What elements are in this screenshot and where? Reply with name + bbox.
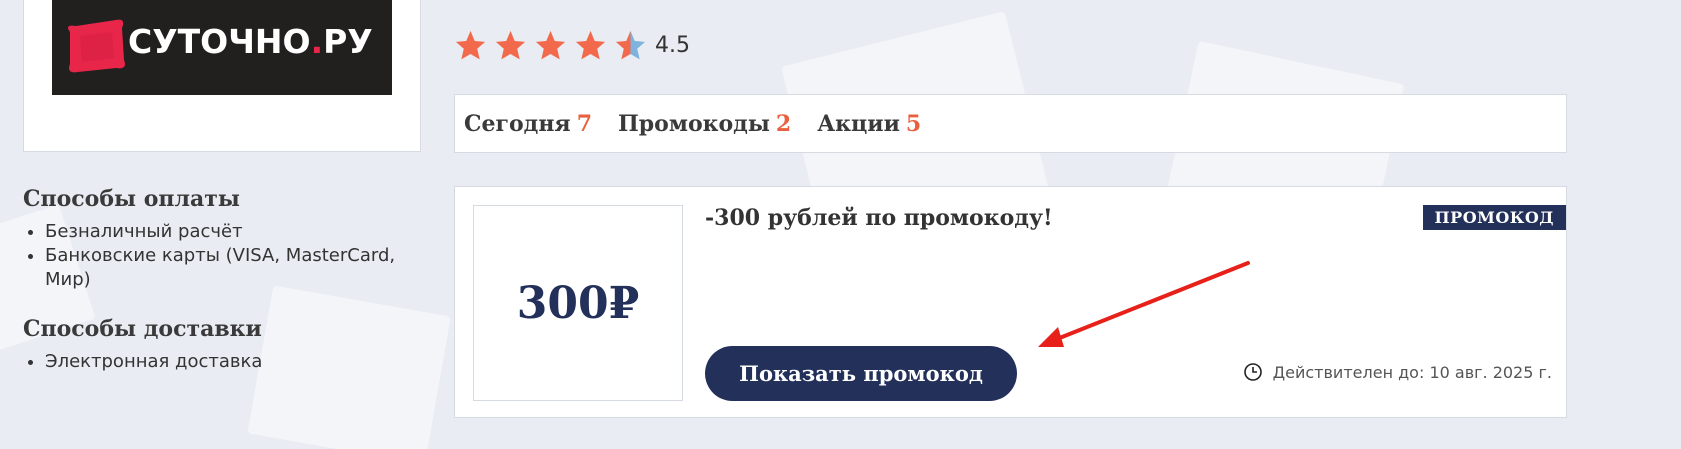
offer-thumbnail: 300₽ (473, 205, 683, 401)
offer-amount: 300₽ (516, 277, 640, 329)
clock-icon (1243, 363, 1262, 381)
logo-wordmark: СУТОЧНО.РУ (128, 22, 373, 61)
list-item: Электронная доставка (45, 350, 423, 374)
store-logo[interactable]: СУТОЧНО.РУ (52, 0, 392, 95)
list-item: Банковские карты (VISA, MasterCard, Мир) (45, 244, 423, 292)
tab-count: 5 (905, 110, 922, 137)
promo-offer-card: 300₽ -300 рублей по промокоду! ПРОМОКОД … (454, 186, 1567, 418)
offer-validity: Действителен до: 10 авг. 2025 г. (1243, 362, 1552, 382)
show-promocode-button[interactable]: Показать промокод (705, 346, 1017, 401)
payment-methods-heading: Способы оплаты (23, 186, 240, 212)
tab-count: 2 (775, 110, 792, 137)
star-icon (575, 30, 606, 60)
star-icon (455, 30, 486, 60)
tab-promocodes[interactable]: Промокоды 2 (618, 111, 791, 137)
store-info-sidebar: Способы оплаты Безналичный расчёт Банков… (23, 186, 423, 398)
delivery-methods-list: Электронная доставка (23, 350, 423, 374)
offer-tabs: Сегодня 7 Промокоды 2 Акции 5 (454, 94, 1567, 153)
list-item: Безналичный расчёт (45, 220, 423, 244)
store-logo-card: СУТОЧНО.РУ (23, 0, 421, 152)
star-icon (535, 30, 566, 60)
star-icon (495, 30, 526, 60)
red-arrow-annotation (1038, 261, 1250, 347)
store-rating: 4.5 (453, 28, 690, 63)
rating-value: 4.5 (655, 33, 690, 58)
offer-title[interactable]: -300 рублей по промокоду! (705, 205, 1053, 231)
validity-text: Действителен до: 10 авг. 2025 г. (1272, 362, 1552, 382)
tab-today[interactable]: Сегодня 7 (464, 111, 592, 137)
payment-methods-list: Безналичный расчёт Банковские карты (VIS… (23, 220, 423, 292)
half-star-icon (615, 30, 646, 60)
tab-deals[interactable]: Акции 5 (817, 111, 921, 137)
pillow-icon (68, 19, 125, 73)
delivery-methods-heading: Способы доставки (23, 316, 262, 342)
promo-badge: ПРОМОКОД (1422, 205, 1566, 230)
tab-count: 7 (576, 110, 592, 137)
